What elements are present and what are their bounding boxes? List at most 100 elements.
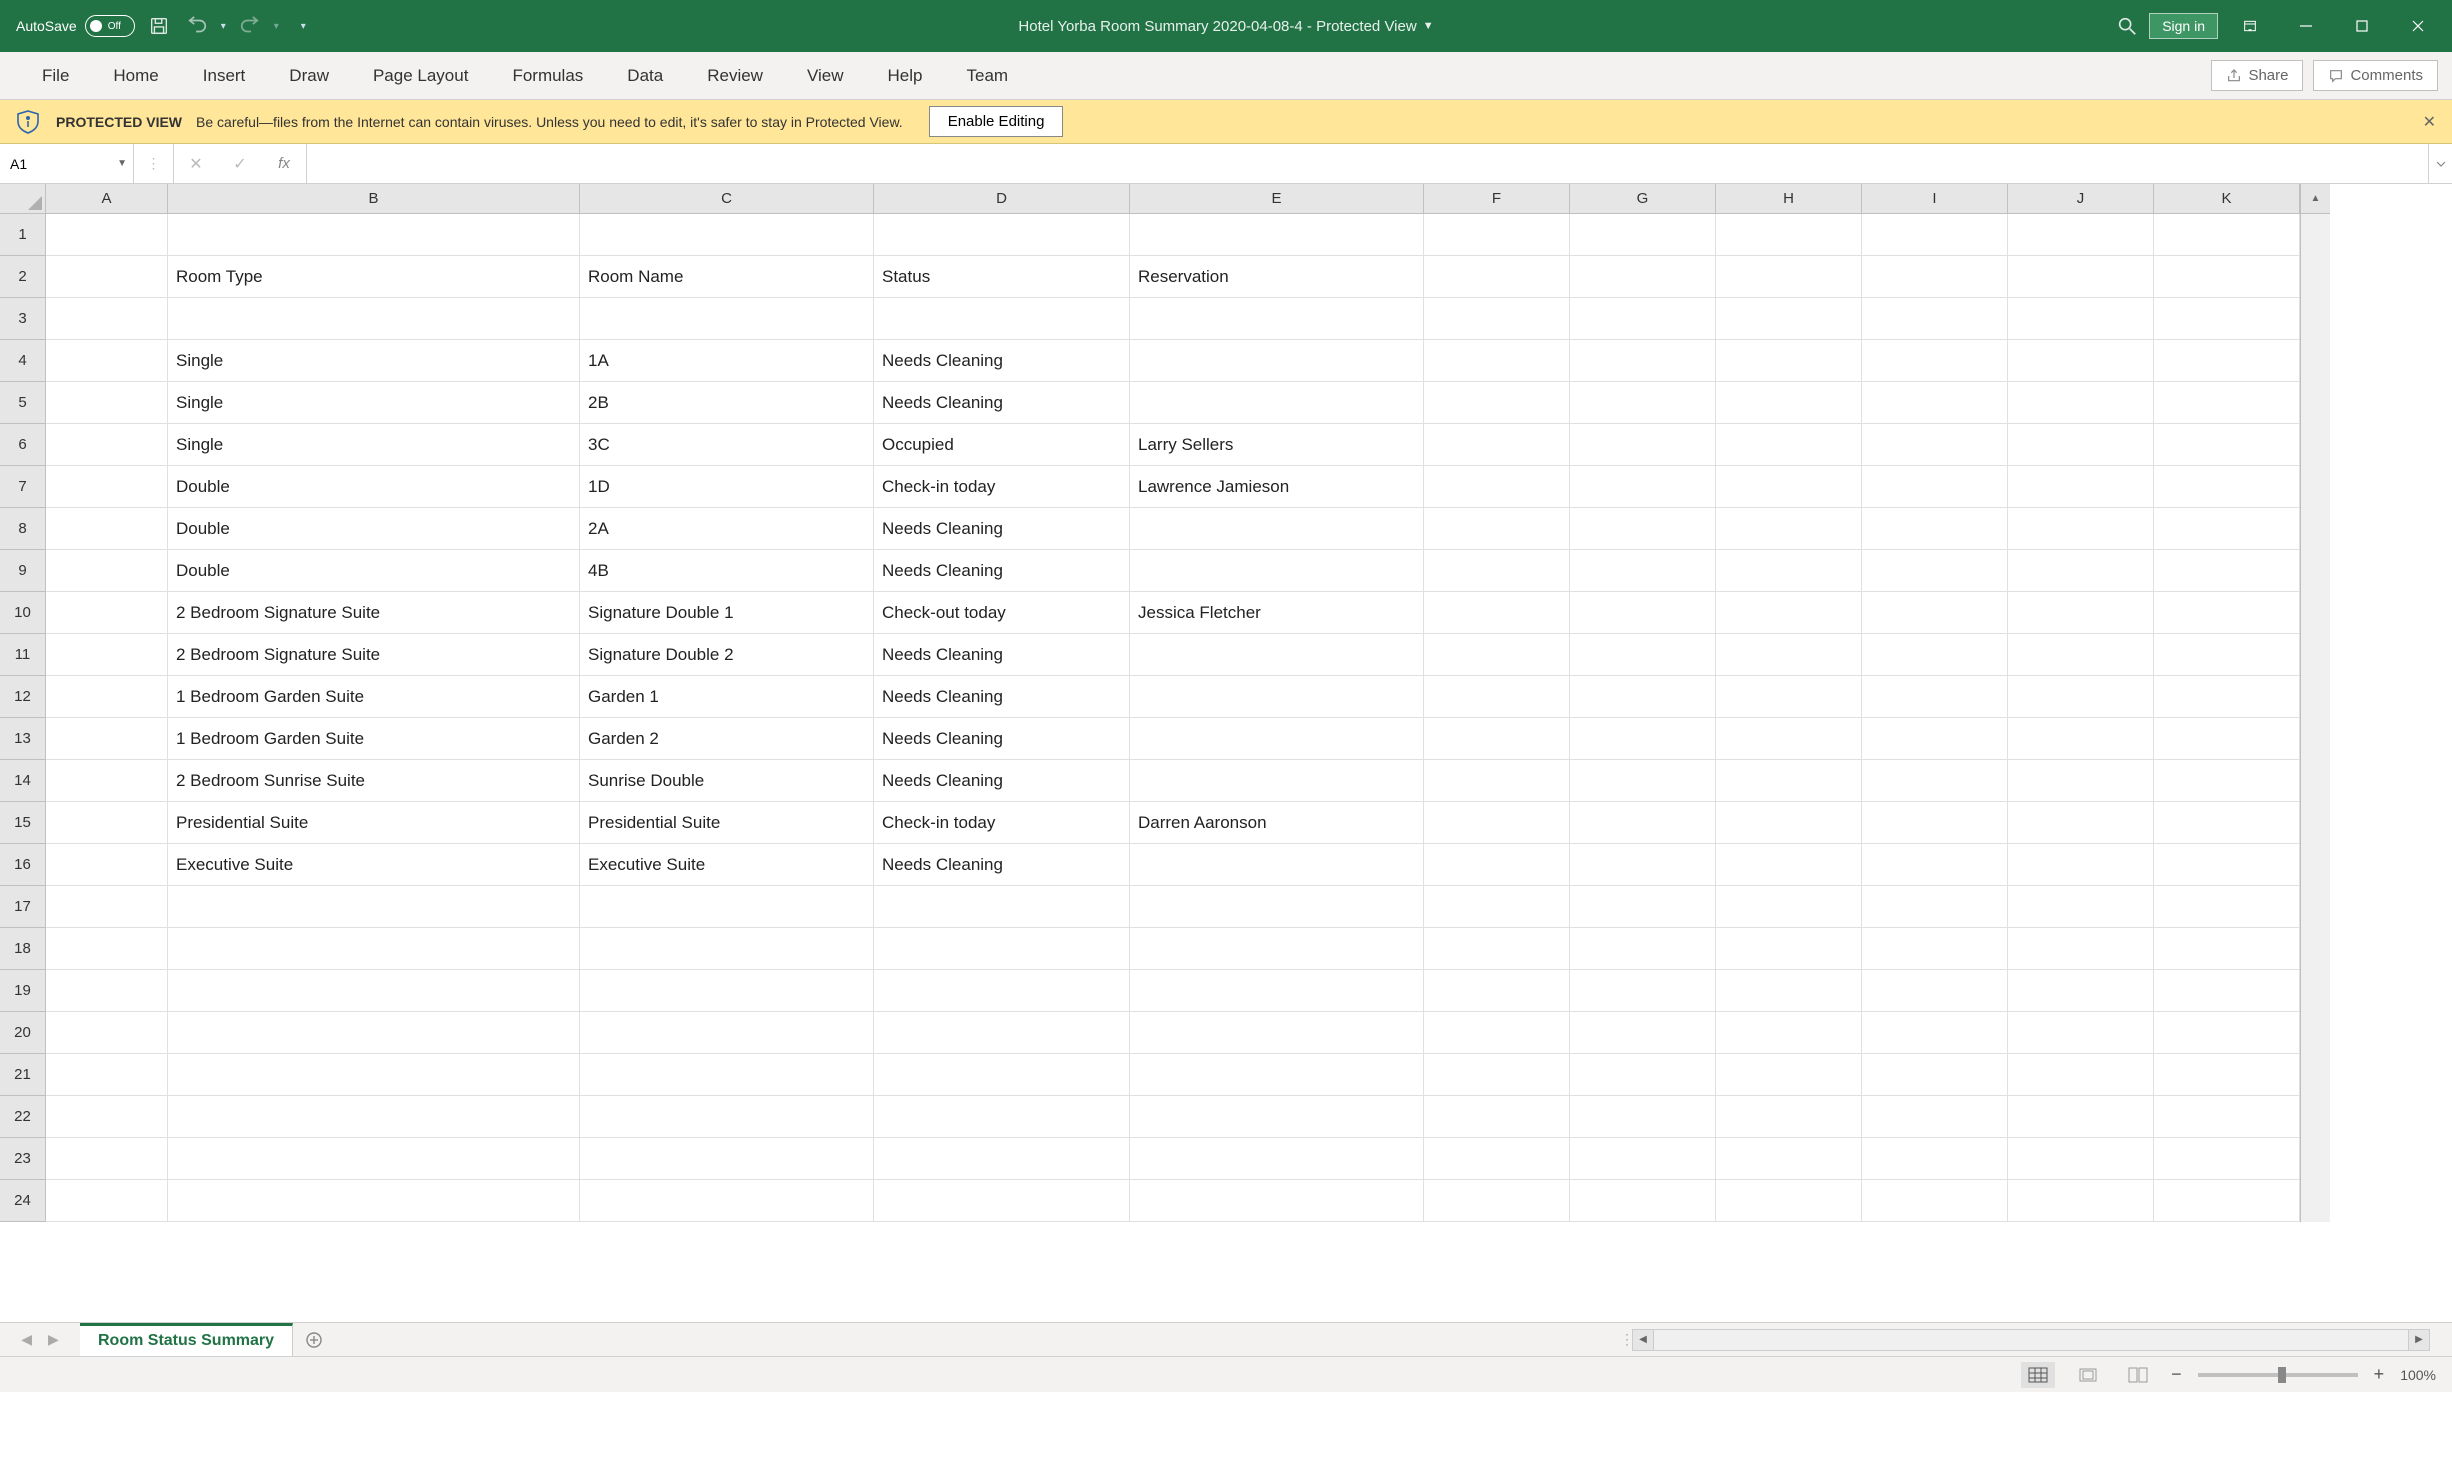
cell[interactable]: 2 Bedroom Sunrise Suite xyxy=(168,760,580,802)
cell[interactable] xyxy=(1716,718,1862,760)
cell[interactable] xyxy=(2154,424,2300,466)
cell[interactable] xyxy=(1716,760,1862,802)
cell[interactable] xyxy=(2154,676,2300,718)
cell[interactable] xyxy=(1424,256,1570,298)
cell[interactable] xyxy=(1570,382,1716,424)
cell[interactable] xyxy=(2154,508,2300,550)
cell[interactable] xyxy=(1570,928,1716,970)
cell[interactable]: Single xyxy=(168,424,580,466)
cell[interactable] xyxy=(1862,592,2008,634)
cell[interactable] xyxy=(1130,676,1424,718)
cell[interactable] xyxy=(1424,340,1570,382)
cell[interactable]: Needs Cleaning xyxy=(874,844,1130,886)
cell[interactable]: Jessica Fletcher xyxy=(1130,592,1424,634)
cell[interactable] xyxy=(1716,1180,1862,1222)
cell[interactable] xyxy=(1424,634,1570,676)
cell[interactable] xyxy=(2008,466,2154,508)
cell[interactable] xyxy=(168,214,580,256)
cell[interactable] xyxy=(1862,970,2008,1012)
cell[interactable] xyxy=(46,1012,168,1054)
cell[interactable] xyxy=(1862,1180,2008,1222)
cell[interactable] xyxy=(1130,298,1424,340)
cell[interactable]: Larry Sellers xyxy=(1130,424,1424,466)
cell[interactable] xyxy=(1570,340,1716,382)
redo-icon[interactable] xyxy=(236,12,264,40)
row-header[interactable]: 5 xyxy=(0,382,46,424)
fx-icon[interactable]: fx xyxy=(262,155,306,172)
row-header[interactable]: 21 xyxy=(0,1054,46,1096)
expand-formula-icon[interactable] xyxy=(2428,144,2452,183)
row-header[interactable]: 13 xyxy=(0,718,46,760)
zoom-slider[interactable] xyxy=(2198,1373,2358,1377)
cell[interactable] xyxy=(1130,928,1424,970)
cell[interactable] xyxy=(2154,928,2300,970)
cell[interactable] xyxy=(1570,1054,1716,1096)
cell[interactable] xyxy=(1424,298,1570,340)
cell[interactable] xyxy=(1424,802,1570,844)
row-header[interactable]: 11 xyxy=(0,634,46,676)
row-header[interactable]: 3 xyxy=(0,298,46,340)
cell[interactable]: Status xyxy=(874,256,1130,298)
cell[interactable] xyxy=(1424,214,1570,256)
scroll-up-icon[interactable]: ▲ xyxy=(2300,184,2330,214)
cell[interactable] xyxy=(2154,340,2300,382)
cell[interactable] xyxy=(168,1096,580,1138)
cell[interactable] xyxy=(1424,1012,1570,1054)
cell[interactable]: Executive Suite xyxy=(580,844,874,886)
cell[interactable] xyxy=(2154,844,2300,886)
cell[interactable] xyxy=(1130,970,1424,1012)
column-header[interactable]: A xyxy=(46,184,168,214)
row-header[interactable]: 12 xyxy=(0,676,46,718)
row-header[interactable]: 20 xyxy=(0,1012,46,1054)
cell[interactable] xyxy=(1862,214,2008,256)
cell[interactable] xyxy=(2008,760,2154,802)
cell[interactable] xyxy=(2008,382,2154,424)
chevron-down-icon[interactable]: ▼ xyxy=(117,158,127,169)
cell[interactable] xyxy=(1862,382,2008,424)
column-header[interactable]: J xyxy=(2008,184,2154,214)
cell[interactable] xyxy=(46,1180,168,1222)
cell[interactable] xyxy=(1570,802,1716,844)
cell[interactable] xyxy=(1862,802,2008,844)
column-header[interactable]: F xyxy=(1424,184,1570,214)
cell[interactable] xyxy=(1424,466,1570,508)
cell[interactable] xyxy=(46,1054,168,1096)
cell[interactable] xyxy=(1570,970,1716,1012)
cell[interactable] xyxy=(1716,508,1862,550)
add-sheet-icon[interactable] xyxy=(299,1325,329,1355)
autosave-control[interactable]: AutoSave Off xyxy=(16,15,135,37)
cell[interactable] xyxy=(2154,1096,2300,1138)
cell[interactable] xyxy=(46,760,168,802)
row-header[interactable]: 7 xyxy=(0,466,46,508)
cell[interactable] xyxy=(2154,298,2300,340)
cell[interactable]: Occupied xyxy=(874,424,1130,466)
cell[interactable]: Sunrise Double xyxy=(580,760,874,802)
row-header[interactable]: 10 xyxy=(0,592,46,634)
minimize-icon[interactable] xyxy=(2282,10,2330,42)
cell[interactable] xyxy=(1570,760,1716,802)
cell[interactable] xyxy=(1716,340,1862,382)
cell[interactable] xyxy=(874,1054,1130,1096)
cell[interactable] xyxy=(2008,928,2154,970)
cell[interactable]: Needs Cleaning xyxy=(874,634,1130,676)
cell[interactable] xyxy=(2008,886,2154,928)
cell[interactable] xyxy=(1862,550,2008,592)
cell[interactable] xyxy=(1424,886,1570,928)
cell[interactable] xyxy=(1130,1012,1424,1054)
page-break-view-icon[interactable] xyxy=(2121,1362,2155,1388)
cell[interactable] xyxy=(1862,298,2008,340)
cell[interactable] xyxy=(874,1096,1130,1138)
cell[interactable] xyxy=(46,592,168,634)
cell[interactable] xyxy=(580,1180,874,1222)
cell[interactable] xyxy=(1570,550,1716,592)
cell[interactable] xyxy=(2008,970,2154,1012)
cell[interactable] xyxy=(1130,844,1424,886)
cell[interactable] xyxy=(2008,424,2154,466)
cell[interactable] xyxy=(2008,1012,2154,1054)
cell[interactable] xyxy=(1716,382,1862,424)
cell[interactable] xyxy=(1570,298,1716,340)
cell[interactable]: 4B xyxy=(580,550,874,592)
cell[interactable]: Needs Cleaning xyxy=(874,382,1130,424)
cell[interactable] xyxy=(1716,550,1862,592)
cell[interactable] xyxy=(46,1096,168,1138)
